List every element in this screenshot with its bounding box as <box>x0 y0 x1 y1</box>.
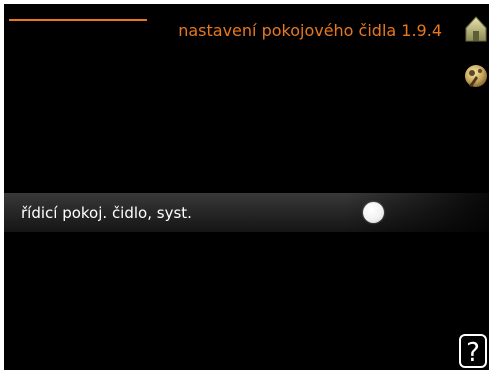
help-button[interactable]: ? <box>459 334 487 368</box>
settings-icon[interactable] <box>463 62 489 90</box>
setting-label: řídicí pokoj. čidlo, syst. <box>21 204 192 222</box>
page-title: nastavení pokojového čidla 1.9.4 <box>178 21 442 40</box>
toggle-switch[interactable] <box>363 202 384 223</box>
display-screen: nastavení pokojového čidla 1.9.4 řídicí … <box>4 4 489 370</box>
home-icon[interactable] <box>465 16 487 42</box>
title-divider <box>9 19 147 21</box>
